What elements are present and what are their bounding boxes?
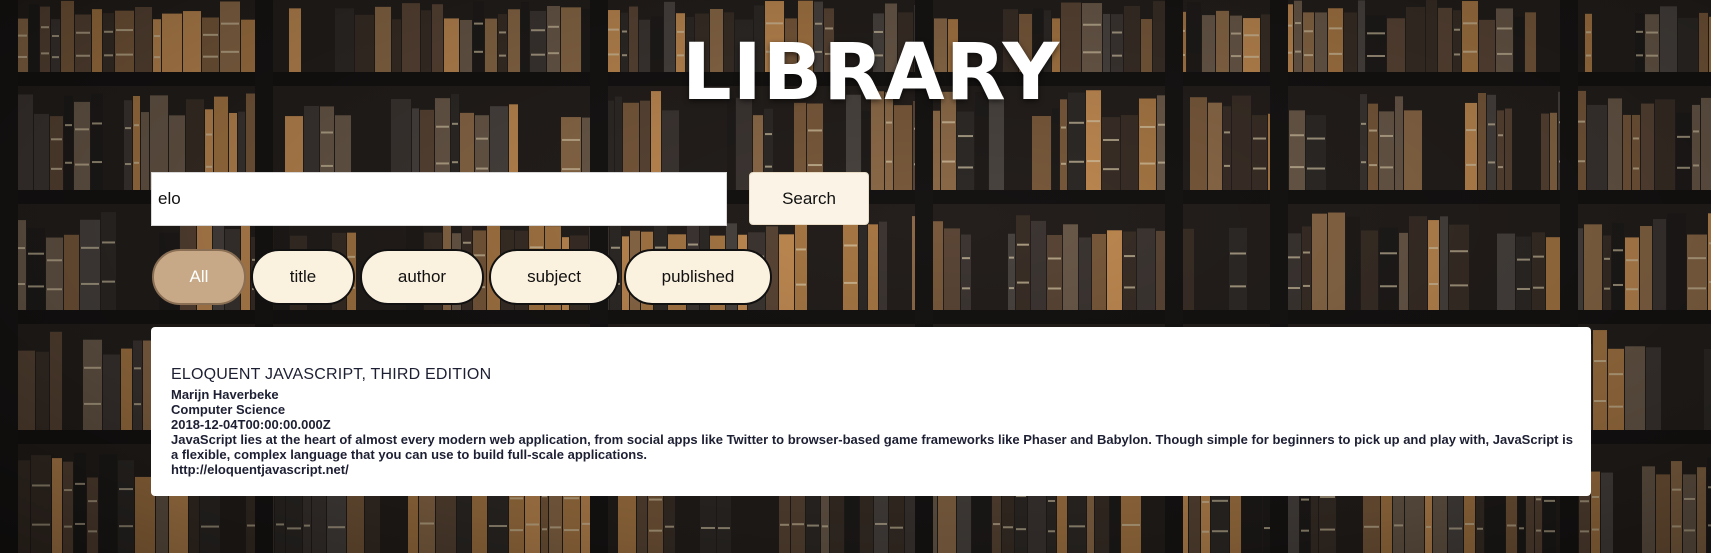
filter-published[interactable]: published <box>624 249 772 305</box>
results-panel: ELOQUENT JAVASCRIPT, THIRD EDITION Marij… <box>151 327 1591 496</box>
filter-title[interactable]: title <box>251 249 355 305</box>
filter-author[interactable]: author <box>360 249 484 305</box>
search-button[interactable]: Search <box>749 172 869 225</box>
search-input[interactable] <box>151 172 727 226</box>
book-description: JavaScript lies at the heart of almost e… <box>171 432 1573 462</box>
book-author: Marijn Haverbeke <box>171 387 279 402</box>
book-subject: Computer Science <box>171 402 286 417</box>
filter-bar: All title author subject published <box>152 249 772 305</box>
filter-all[interactable]: All <box>152 249 246 305</box>
book-url[interactable]: http://eloquentjavascript.net/ <box>171 462 1573 477</box>
filter-subject[interactable]: subject <box>489 249 619 305</box>
page-title: LIBRARY <box>682 28 1060 118</box>
result-item[interactable]: ELOQUENT JAVASCRIPT, THIRD EDITION Marij… <box>171 365 1573 477</box>
book-title: ELOQUENT JAVASCRIPT, THIRD EDITION <box>171 366 492 383</box>
book-published: 2018-12-04T00:00:00.000Z <box>171 417 331 432</box>
